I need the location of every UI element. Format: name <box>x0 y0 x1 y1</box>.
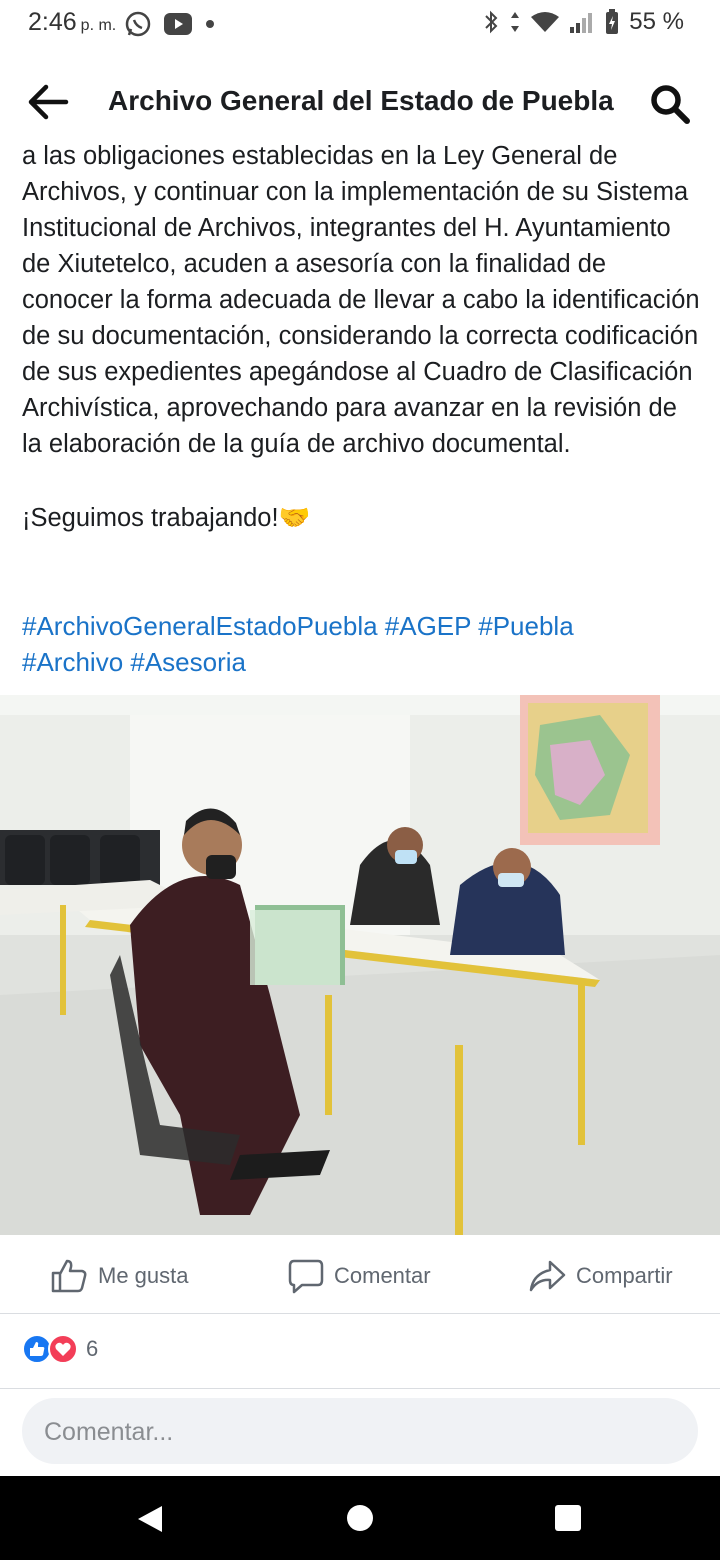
data-arrows-icon <box>511 12 520 32</box>
hashtag-line-2[interactable]: #Archivo #Asesoria <box>22 644 702 680</box>
system-nav-bar <box>0 1476 720 1560</box>
post-body: a las obligaciones establecidas en la Le… <box>22 142 700 458</box>
back-arrow-icon[interactable] <box>26 82 70 122</box>
post-closing: ¡Seguimos trabajando!🤝 <box>22 504 311 532</box>
system-icons: 55 % <box>483 8 684 36</box>
status-ampm: p. m. <box>80 17 117 34</box>
divider <box>0 1313 720 1314</box>
nav-back-icon[interactable] <box>136 1504 164 1534</box>
photo-illustration <box>0 695 720 1235</box>
nav-home-icon[interactable] <box>346 1504 374 1532</box>
post-hashtags: #ArchivoGeneralEstadoPuebla #AGEP #Puebl… <box>22 608 702 680</box>
comment-box <box>22 1398 698 1464</box>
wifi-icon <box>531 12 560 32</box>
divider <box>0 1388 720 1389</box>
hashtag-line-1[interactable]: #ArchivoGeneralEstadoPuebla #AGEP #Puebl… <box>22 608 702 644</box>
comment-input[interactable] <box>42 1408 666 1456</box>
love-reaction-icon <box>48 1334 78 1364</box>
signal-icon <box>570 13 593 33</box>
thumbs-up-icon <box>51 1259 87 1293</box>
youtube-icon <box>164 13 192 35</box>
share-icon <box>529 1260 566 1292</box>
share-label: Compartir <box>576 1263 673 1288</box>
like-button[interactable]: Me gusta <box>50 1258 189 1294</box>
post-scroll-area: a las obligaciones establecidas en la Le… <box>0 130 720 690</box>
reaction-count: 6 <box>86 1336 99 1361</box>
share-button[interactable]: Compartir <box>528 1258 673 1294</box>
notification-icons <box>124 10 216 38</box>
comment-icon <box>288 1259 324 1294</box>
battery-percent: 55 % <box>629 8 684 35</box>
like-label: Me gusta <box>98 1263 189 1288</box>
post-text: a las obligaciones establecidas en la Le… <box>22 138 702 536</box>
dot-icon <box>206 20 214 28</box>
status-time-value: 2:46 <box>28 8 77 36</box>
page-title: Archivo General del Estado de Puebla <box>108 85 614 116</box>
reactions-summary[interactable]: 6 <box>22 1334 98 1364</box>
whatsapp-icon <box>125 11 151 37</box>
battery-icon <box>606 9 619 34</box>
status-time: 2:46 p. m. <box>28 8 116 37</box>
action-bar: Me gusta Comentar Compartir <box>0 1236 720 1314</box>
post-photo[interactable] <box>0 695 720 1235</box>
status-bar: 2:46 p. m. 55 % <box>0 0 720 48</box>
search-icon[interactable] <box>648 82 692 126</box>
bluetooth-icon <box>485 10 498 34</box>
comment-button[interactable]: Comentar <box>288 1258 431 1294</box>
comment-label: Comentar <box>334 1263 431 1288</box>
nav-recents-icon[interactable] <box>554 1504 582 1532</box>
page-header: Archivo General del Estado de Puebla <box>0 60 720 144</box>
